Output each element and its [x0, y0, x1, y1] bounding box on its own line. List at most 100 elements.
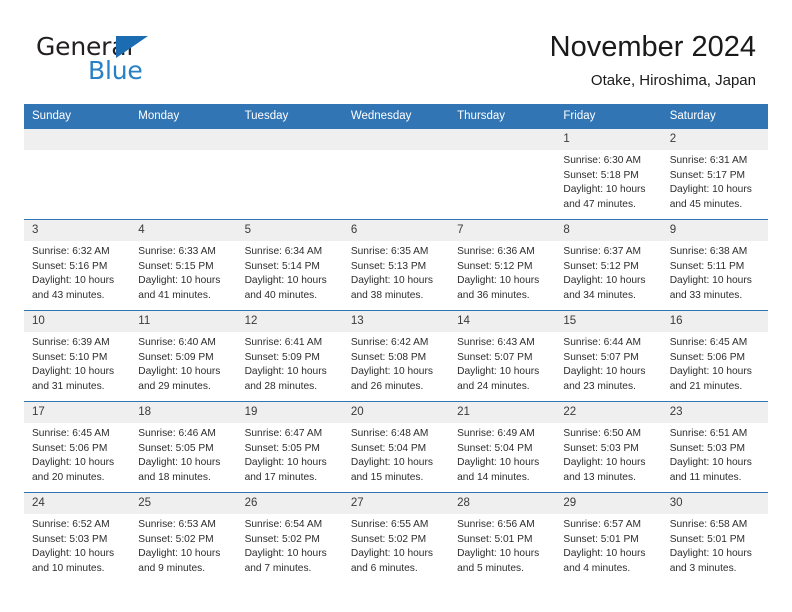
day-details: Sunrise: 6:55 AM Sunset: 5:02 PM Daylight:… [343, 514, 449, 576]
daylight-text: and 7 minutes. [244, 562, 312, 574]
day-number: 30 [661, 493, 768, 515]
day-cell-inner: 23 Sunrise: 6:51 AM Sunset: 5:03 PM Dayligh… [661, 402, 768, 492]
day-number: 4 [130, 220, 237, 242]
sunset-text: Sunset: 5:03 PM [32, 533, 108, 545]
calendar-day-cell[interactable]: 24 Sunrise: 6:52 AM Sunset: 5:03 PM Dayligh… [24, 492, 131, 584]
sunrise-text: Sunrise: 6:45 AM [32, 428, 110, 440]
sunrise-text: Sunrise: 6:37 AM [563, 246, 641, 258]
calendar-day-cell[interactable]: 21 Sunrise: 6:49 AM Sunset: 5:04 PM Dayligh… [449, 401, 556, 493]
calendar-day-cell[interactable]: 1 Sunrise: 6:30 AM Sunset: 5:18 PM Daylight… [555, 128, 662, 220]
daylight-text: and 40 minutes. [244, 289, 318, 301]
day-cell-inner: 28 Sunrise: 6:56 AM Sunset: 5:01 PM Dayligh… [449, 493, 556, 583]
daylight-text: and 20 minutes. [32, 471, 105, 483]
day-cell-inner: 1 Sunrise: 6:30 AM Sunset: 5:18 PM Daylight… [555, 129, 662, 219]
day-cell-inner: 22 Sunrise: 6:50 AM Sunset: 5:03 PM Dayligh… [555, 402, 662, 492]
daylight-text: Daylight: 10 hours [563, 184, 646, 196]
calendar-day-cell[interactable]: 17 Sunrise: 6:45 AM Sunset: 5:06 PM Dayligh… [24, 401, 131, 493]
sunset-text: Sunset: 5:17 PM [669, 169, 746, 181]
daylight-text: and 10 minutes. [32, 562, 105, 574]
day-number: 20 [342, 402, 450, 424]
sunrise-text: Sunrise: 6:58 AM [669, 519, 748, 531]
calendar-day-cell[interactable]: 4 Sunrise: 6:33 AM Sunset: 5:15 PM Daylight… [130, 219, 237, 311]
day-details: Sunrise: 6:45 AM Sunset: 5:06 PM Daylight:… [662, 332, 768, 394]
daylight-text: and 18 minutes. [138, 471, 211, 483]
weekday-header-tuesday: Tuesday [236, 104, 343, 129]
sunset-text: Sunset: 5:07 PM [457, 351, 533, 363]
calendar-day-cell[interactable]: 9 Sunrise: 6:38 AM Sunset: 5:11 PM Daylight… [661, 219, 768, 311]
calendar-day-cell[interactable]: 30 Sunrise: 6:58 AM Sunset: 5:01 PM Dayligh… [661, 492, 768, 584]
day-details: Sunrise: 6:40 AM Sunset: 5:09 PM Daylight:… [130, 332, 236, 394]
daylight-text: and 45 minutes. [669, 198, 743, 210]
sunset-text: Sunset: 5:02 PM [350, 533, 427, 545]
calendar-day-cell[interactable]: 25 Sunrise: 6:53 AM Sunset: 5:02 PM Dayligh… [130, 492, 237, 584]
day-cell-inner: 8 Sunrise: 6:37 AM Sunset: 5:12 PM Daylight… [555, 220, 662, 310]
calendar-day-cell[interactable]: 28 Sunrise: 6:56 AM Sunset: 5:01 PM Dayligh… [449, 492, 556, 584]
day-number: 19 [236, 402, 343, 424]
day-details: Sunrise: 6:38 AM Sunset: 5:11 PM Daylight:… [662, 241, 768, 303]
calendar-day-cell[interactable]: 19 Sunrise: 6:47 AM Sunset: 5:05 PM Dayligh… [236, 401, 343, 493]
calendar-day-cell[interactable]: 6 Sunrise: 6:35 AM Sunset: 5:13 PM Daylight… [342, 219, 450, 311]
calendar-day-cell[interactable]: 20 Sunrise: 6:48 AM Sunset: 5:04 PM Dayligh… [342, 401, 450, 493]
calendar-day-cell[interactable]: 16 Sunrise: 6:45 AM Sunset: 5:06 PM Dayligh… [661, 310, 768, 402]
calendar-page: General Blue November 2024 Otake, Hirosh… [0, 0, 792, 612]
calendar-day-cell[interactable]: 14 Sunrise: 6:43 AM Sunset: 5:07 PM Dayligh… [449, 310, 556, 402]
calendar-day-cell[interactable]: 7 Sunrise: 6:36 AM Sunset: 5:12 PM Daylight… [449, 219, 556, 311]
day-cell-inner: 10 Sunrise: 6:39 AM Sunset: 5:10 PM Dayligh… [24, 311, 131, 401]
day-cell-inner: 9 Sunrise: 6:38 AM Sunset: 5:11 PM Daylight… [661, 220, 768, 310]
daylight-text: Daylight: 10 hours [563, 275, 646, 287]
daylight-text: and 38 minutes. [350, 289, 424, 301]
brand-triangle-icon [116, 36, 148, 58]
calendar-week-row: 17 Sunrise: 6:45 AM Sunset: 5:06 PM Dayligh… [24, 401, 768, 493]
daylight-text: and 34 minutes. [563, 289, 636, 301]
sunset-text: Sunset: 5:18 PM [563, 169, 639, 181]
sunset-text: Sunset: 5:08 PM [350, 351, 427, 363]
calendar-day-cell[interactable]: 27 Sunrise: 6:55 AM Sunset: 5:02 PM Dayligh… [342, 492, 450, 584]
day-details [237, 150, 343, 154]
day-details [343, 150, 449, 154]
daylight-text: and 6 minutes. [350, 562, 418, 574]
page-header: General Blue November 2024 Otake, Hirosh… [0, 0, 792, 100]
daylight-text: Daylight: 10 hours [350, 366, 433, 378]
sunset-text: Sunset: 5:10 PM [32, 351, 108, 363]
day-number: 22 [555, 402, 662, 424]
sunset-text: Sunset: 5:03 PM [669, 442, 746, 454]
sunset-text: Sunset: 5:04 PM [457, 442, 533, 454]
day-details [449, 150, 555, 154]
calendar-day-cell[interactable]: 22 Sunrise: 6:50 AM Sunset: 5:03 PM Dayligh… [555, 401, 662, 493]
calendar-day-cell[interactable]: 10 Sunrise: 6:39 AM Sunset: 5:10 PM Dayligh… [24, 310, 131, 402]
day-details: Sunrise: 6:57 AM Sunset: 5:01 PM Daylight:… [555, 514, 661, 576]
calendar-day-cell[interactable]: 13 Sunrise: 6:42 AM Sunset: 5:08 PM Dayligh… [342, 310, 450, 402]
calendar-day-cell[interactable]: 18 Sunrise: 6:46 AM Sunset: 5:05 PM Dayligh… [130, 401, 237, 493]
sunset-text: Sunset: 5:04 PM [350, 442, 427, 454]
calendar-day-cell[interactable]: 12 Sunrise: 6:41 AM Sunset: 5:09 PM Dayligh… [236, 310, 343, 402]
day-cell-inner: 20 Sunrise: 6:48 AM Sunset: 5:04 PM Dayligh… [342, 402, 450, 492]
brand-logo[interactable]: General Blue [36, 34, 216, 88]
daylight-text: and 43 minutes. [32, 289, 105, 301]
day-cell-inner: 4 Sunrise: 6:33 AM Sunset: 5:15 PM Daylight… [130, 220, 237, 310]
calendar-day-cell[interactable]: 23 Sunrise: 6:51 AM Sunset: 5:03 PM Dayligh… [661, 401, 768, 493]
daylight-text: Daylight: 10 hours [350, 457, 433, 469]
calendar-day-cell[interactable]: 26 Sunrise: 6:54 AM Sunset: 5:02 PM Dayligh… [236, 492, 343, 584]
day-details [24, 150, 130, 154]
day-cell-inner: 16 Sunrise: 6:45 AM Sunset: 5:06 PM Dayligh… [661, 311, 768, 401]
calendar-day-cell[interactable]: 15 Sunrise: 6:44 AM Sunset: 5:07 PM Dayligh… [555, 310, 662, 402]
calendar-day-cell[interactable]: 5 Sunrise: 6:34 AM Sunset: 5:14 PM Daylight… [236, 219, 343, 311]
calendar-day-cell[interactable]: 29 Sunrise: 6:57 AM Sunset: 5:01 PM Dayligh… [555, 492, 662, 584]
sunset-text: Sunset: 5:16 PM [32, 260, 108, 272]
day-details: Sunrise: 6:53 AM Sunset: 5:02 PM Daylight:… [130, 514, 236, 576]
daylight-text: and 47 minutes. [563, 198, 636, 210]
day-cell-inner [342, 129, 450, 219]
day-cell-inner: 30 Sunrise: 6:58 AM Sunset: 5:01 PM Dayligh… [661, 493, 768, 583]
daylight-text: and 36 minutes. [457, 289, 530, 301]
day-cell-inner: 6 Sunrise: 6:35 AM Sunset: 5:13 PM Daylight… [342, 220, 450, 310]
sunset-text: Sunset: 5:02 PM [138, 533, 214, 545]
calendar-day-cell[interactable]: 2 Sunrise: 6:31 AM Sunset: 5:17 PM Daylight… [661, 128, 768, 220]
title-block: November 2024 Otake, Hiroshima, Japan [550, 30, 756, 90]
sunrise-text: Sunrise: 6:43 AM [457, 337, 535, 349]
daylight-text: Daylight: 10 hours [669, 457, 752, 469]
calendar-day-cell[interactable]: 3 Sunrise: 6:32 AM Sunset: 5:16 PM Daylight… [24, 219, 131, 311]
calendar-day-cell[interactable]: 8 Sunrise: 6:37 AM Sunset: 5:12 PM Daylight… [555, 219, 662, 311]
calendar-day-cell[interactable]: 11 Sunrise: 6:40 AM Sunset: 5:09 PM Dayligh… [130, 310, 237, 402]
sunrise-text: Sunrise: 6:30 AM [563, 155, 641, 167]
daylight-text: and 11 minutes. [669, 471, 742, 483]
